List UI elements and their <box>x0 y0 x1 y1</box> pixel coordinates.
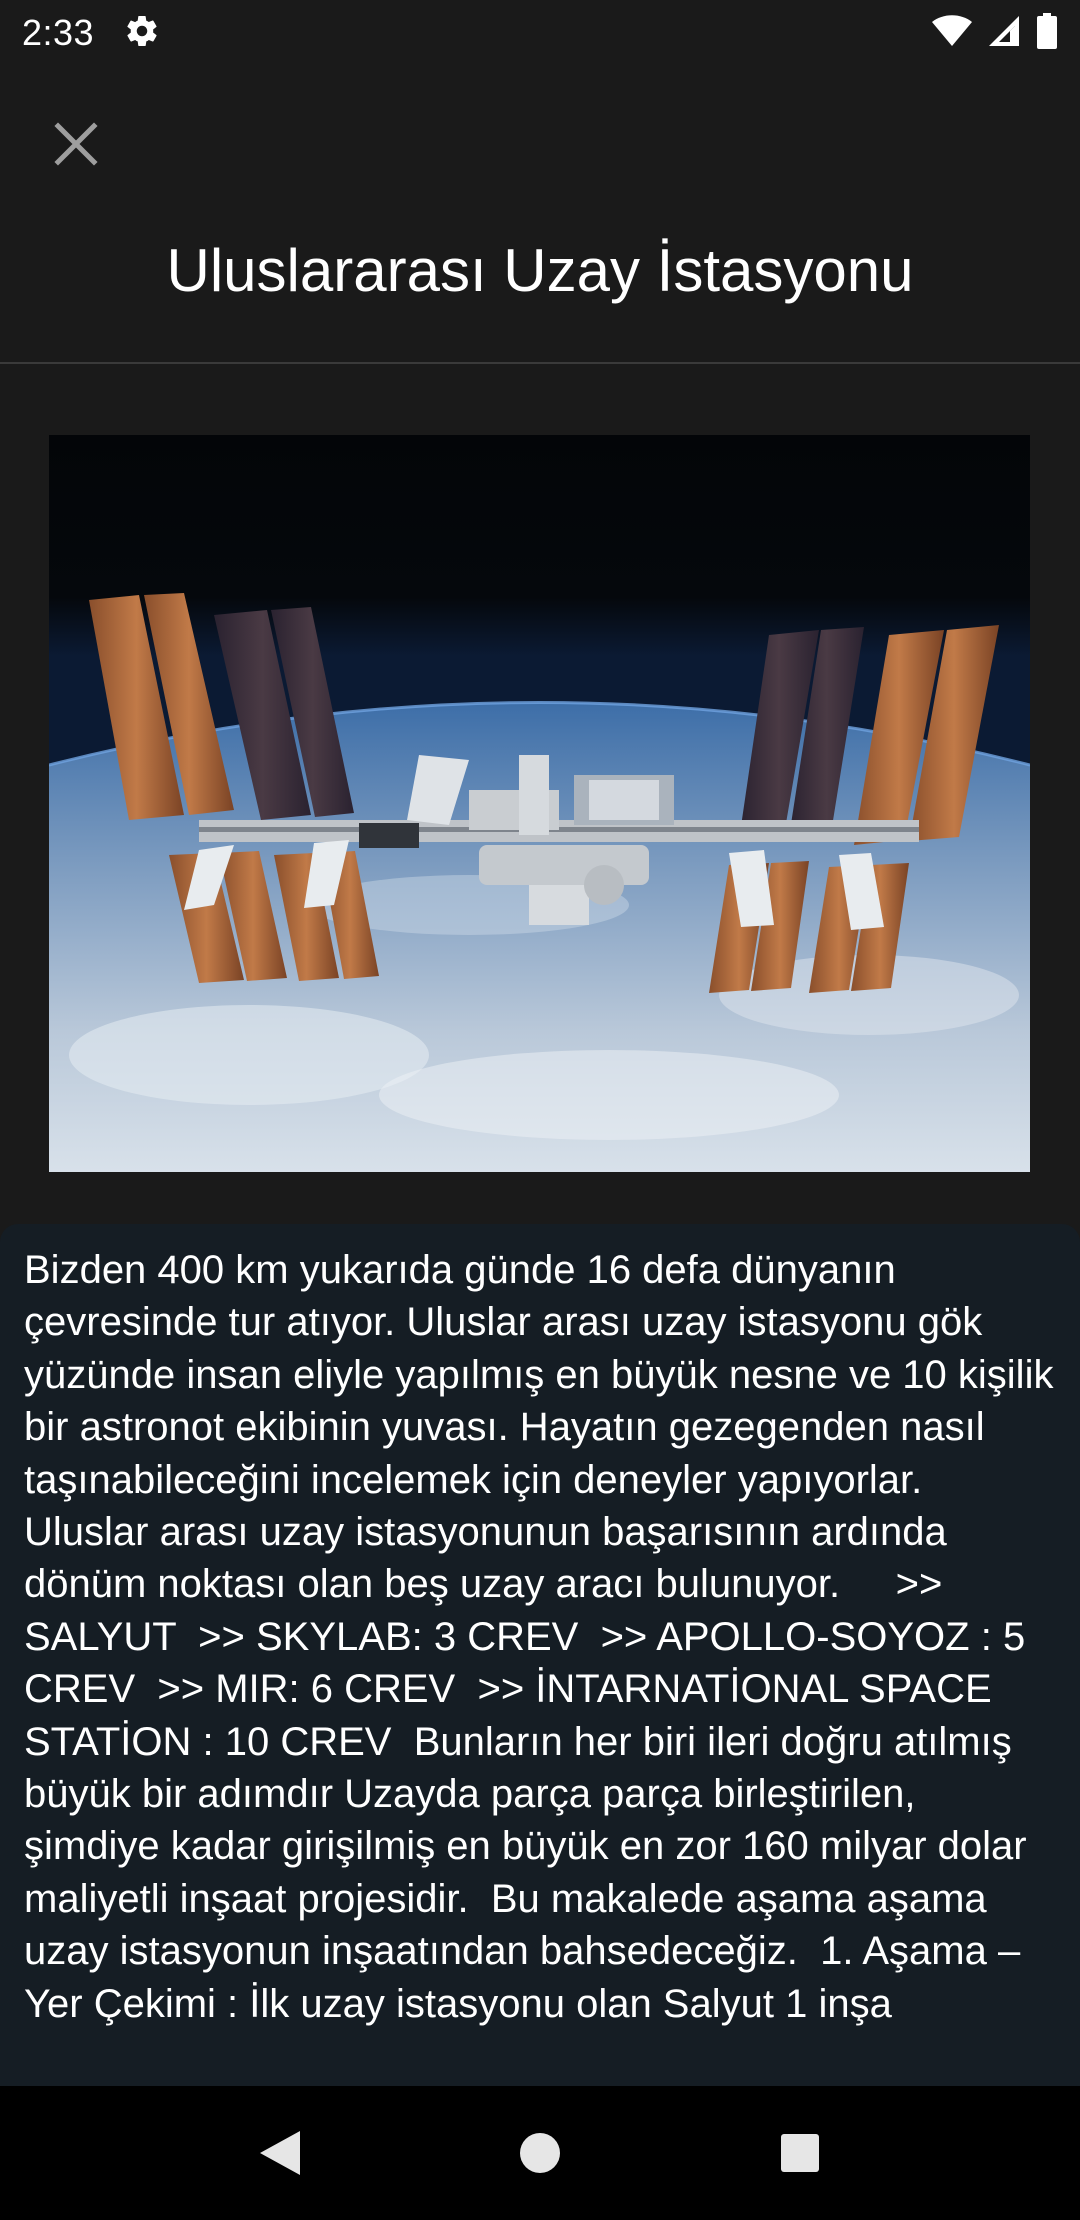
close-button[interactable] <box>40 108 112 180</box>
close-icon <box>54 122 98 166</box>
article-text: Bizden 400 km yukarıda günde 16 defa dün… <box>24 1248 1065 2026</box>
header-divider <box>0 362 1080 364</box>
back-icon <box>260 2131 300 2175</box>
home-icon <box>520 2133 560 2173</box>
status-time: 2:33 <box>22 12 95 53</box>
hero-image <box>49 435 1030 1172</box>
wifi-icon <box>932 14 972 52</box>
gear-icon <box>124 13 160 54</box>
back-button[interactable] <box>240 2113 320 2193</box>
status-left: 2:33 <box>22 12 160 54</box>
page-title: Uluslararası Uzay İstasyonu <box>166 237 914 304</box>
signal-icon <box>988 15 1020 52</box>
battery-icon <box>1036 12 1058 54</box>
screen: 2:33 Uluslararası Uzay İstasyonu Bizden … <box>0 0 1080 2220</box>
recents-button[interactable] <box>760 2113 840 2193</box>
status-bar: 2:33 <box>0 0 1080 66</box>
home-button[interactable] <box>500 2113 580 2193</box>
status-right <box>932 12 1058 54</box>
navigation-bar <box>0 2086 1080 2220</box>
article-body: Bizden 400 km yukarıda günde 16 defa dün… <box>0 1224 1080 2086</box>
recents-icon <box>781 2134 819 2172</box>
